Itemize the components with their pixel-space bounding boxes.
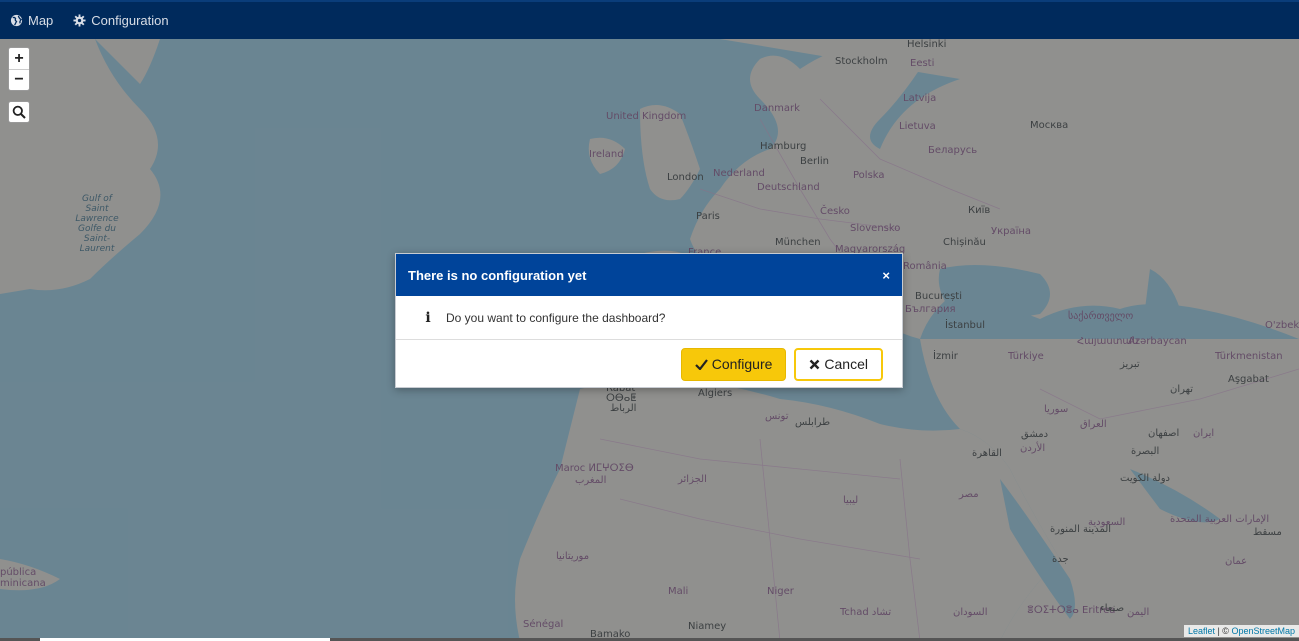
configuration-dialog: There is no configuration yet × i Do you… bbox=[395, 253, 903, 388]
dialog-body: i Do you want to configure the dashboard… bbox=[396, 296, 902, 340]
configure-label: Configure bbox=[711, 356, 773, 372]
search-icon bbox=[12, 105, 26, 119]
check-icon bbox=[694, 358, 708, 370]
zoom-control: + − bbox=[8, 47, 30, 91]
close-icon bbox=[810, 359, 820, 369]
dialog-footer: Configure Cancel bbox=[396, 340, 902, 388]
nav-item-configuration[interactable]: Configuration bbox=[73, 13, 169, 28]
top-navbar: Map Configuration bbox=[0, 0, 1299, 39]
nav-item-label: Configuration bbox=[91, 13, 169, 28]
attribution-separator: | © bbox=[1214, 626, 1232, 636]
globe-icon bbox=[10, 14, 23, 27]
configure-button[interactable]: Configure bbox=[680, 347, 787, 381]
info-icon: i bbox=[425, 309, 431, 326]
dialog-header: There is no configuration yet × bbox=[396, 254, 902, 296]
cancel-button[interactable]: Cancel bbox=[794, 347, 883, 381]
dialog-title: There is no configuration yet bbox=[408, 267, 587, 283]
cancel-label: Cancel bbox=[824, 356, 868, 372]
nav-item-map[interactable]: Map bbox=[10, 13, 53, 28]
dialog-message: Do you want to configure the dashboard? bbox=[446, 310, 666, 325]
zoom-in-button[interactable]: + bbox=[9, 48, 29, 69]
nav-item-label: Map bbox=[28, 13, 54, 28]
osm-link[interactable]: OpenStreetMap bbox=[1231, 626, 1295, 636]
map-attribution: Leaflet | © OpenStreetMap bbox=[1183, 625, 1299, 637]
map-search-button[interactable] bbox=[8, 101, 30, 123]
zoom-out-button[interactable]: − bbox=[9, 69, 29, 90]
close-icon[interactable]: × bbox=[882, 268, 890, 283]
gear-icon bbox=[73, 14, 86, 27]
leaflet-link[interactable]: Leaflet bbox=[1188, 626, 1215, 636]
